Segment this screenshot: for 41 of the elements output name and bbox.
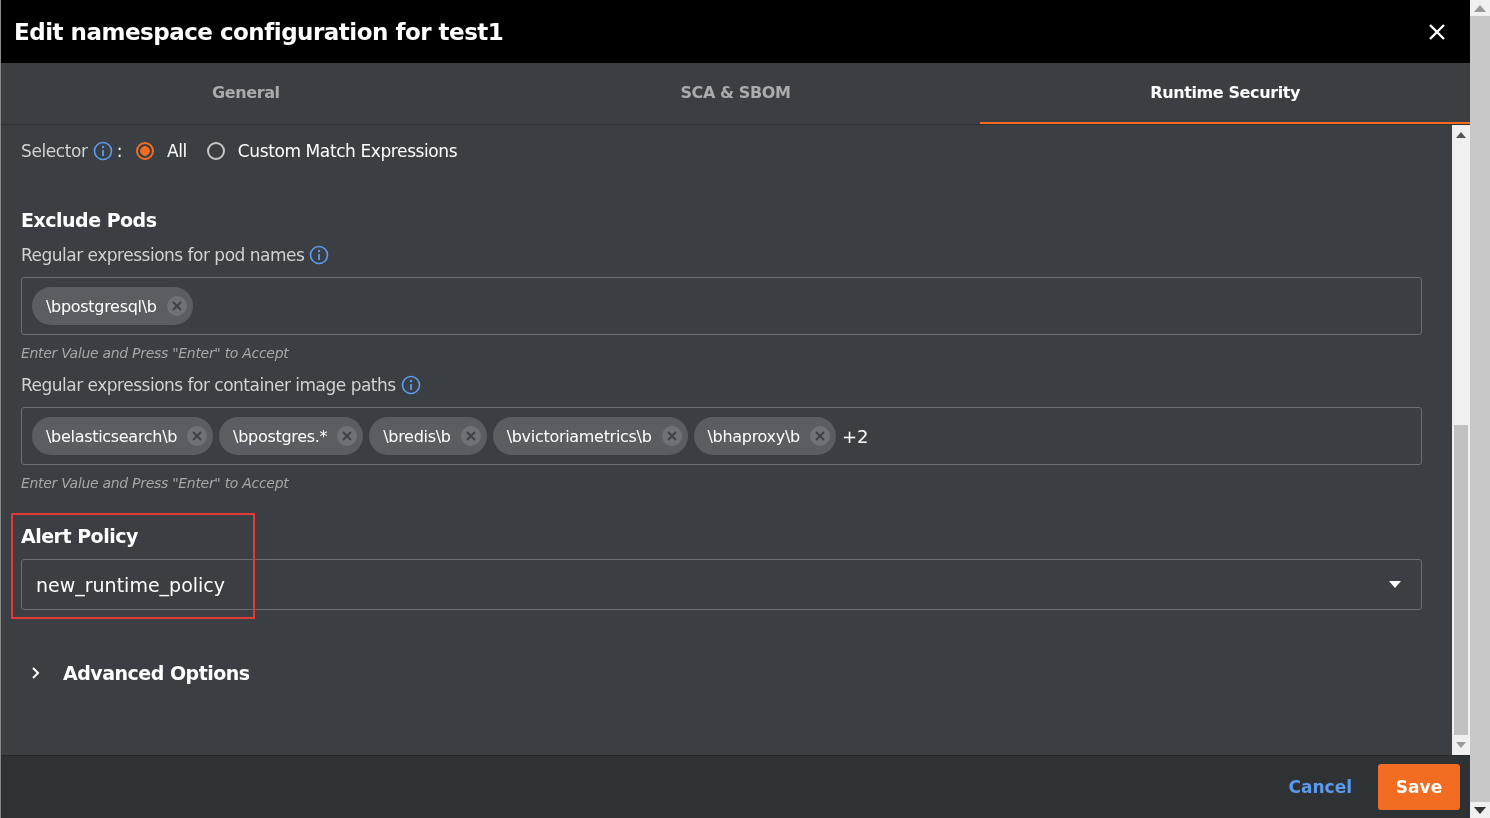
page-scrollbar[interactable] (1470, 0, 1490, 818)
section-heading: Alert Policy (21, 525, 139, 547)
more-count: +2 (841, 425, 869, 447)
hint-text: Enter Value and Press "Enter" to Accept (21, 345, 290, 361)
radio-option[interactable]: All (135, 141, 187, 161)
radio-option[interactable]: Custom Match Expressions (206, 141, 458, 161)
section-heading: Exclude Pods (21, 209, 158, 231)
tag-chip: \bvictoriametrics\b (492, 417, 688, 455)
policy-dropdown[interactable]: new_runtime_policy (21, 559, 1422, 610)
cancel-button[interactable]: Cancel (1282, 776, 1358, 798)
tag-input-field[interactable]: \belasticsearch\b \bpostgres.* \bredis\b \bvictoriametrics\b \bhaproxy\b +2 (21, 407, 1422, 465)
remove-icon[interactable] (337, 426, 358, 446)
info-icon[interactable] (309, 245, 330, 265)
tag-chip: \bredis\b (369, 417, 487, 455)
info-icon[interactable] (92, 141, 113, 161)
scroll-down-icon[interactable] (1470, 802, 1490, 818)
hint-text: Enter Value and Press "Enter" to Accept (21, 475, 290, 491)
remove-icon[interactable] (460, 426, 481, 446)
dialog-title: Edit namespace configuration for test1 (14, 18, 504, 45)
field-label: Regular expressions for container image paths (21, 375, 396, 395)
radio-button[interactable] (206, 142, 225, 160)
tab[interactable]: SCA & SBOM (490, 63, 981, 124)
colon-separator: : (116, 141, 122, 161)
remove-icon[interactable] (187, 426, 208, 446)
tag-chip: \bhaproxy\b (693, 417, 836, 455)
tag-chip: \belasticsearch\b (32, 417, 214, 455)
remove-icon[interactable] (809, 426, 830, 446)
tag-input-field[interactable]: \bpostgresql\b (21, 277, 1422, 335)
close-icon[interactable] (1428, 22, 1446, 41)
info-icon[interactable] (400, 375, 421, 395)
dropdown-caret-icon (1389, 581, 1401, 588)
selector-label: Selector (21, 141, 88, 161)
radio-button[interactable] (135, 142, 154, 160)
remove-icon[interactable] (661, 426, 682, 446)
field-label: Regular expressions for pod names (21, 245, 305, 265)
scrollbar[interactable] (1452, 125, 1470, 755)
tab[interactable]: General (1, 63, 491, 124)
tag-chip: \bpostgresql\b (32, 287, 193, 325)
remove-icon[interactable] (166, 296, 187, 316)
advanced-options-toggle[interactable]: Advanced Options (21, 662, 250, 684)
tag-chip: \bpostgres.* (219, 417, 364, 455)
